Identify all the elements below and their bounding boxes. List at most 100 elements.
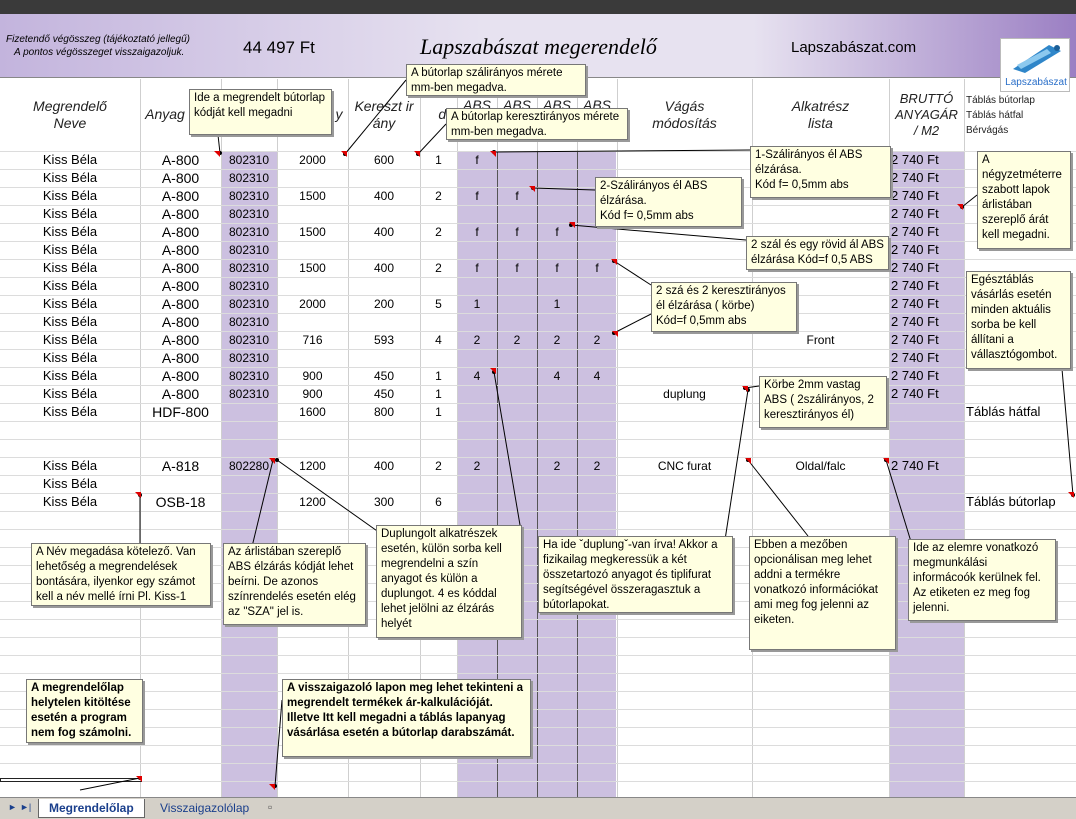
comment-indicator-icon[interactable]	[529, 186, 535, 192]
cell-material[interactable]: A-800	[140, 205, 221, 223]
cell-part[interactable]	[752, 439, 889, 457]
cell-name[interactable]: Kiss Béla	[20, 277, 120, 295]
cell-abs3[interactable]	[537, 187, 577, 205]
insert-sheet-icon[interactable]: ▫	[268, 800, 272, 814]
cell-price[interactable]: 2 740 Ft	[889, 205, 964, 223]
cell-length[interactable]: 1600	[277, 403, 348, 421]
tab-confirmation-sheet[interactable]: Visszaigazolólap	[150, 799, 259, 818]
cell-length[interactable]: 1500	[277, 187, 348, 205]
cell-abs4[interactable]	[577, 349, 617, 367]
cell-price[interactable]: 2 740 Ft	[889, 187, 964, 205]
cell-abs4[interactable]	[577, 493, 617, 511]
cell-qty[interactable]: 5	[420, 295, 457, 313]
cell-qty[interactable]	[420, 241, 457, 259]
cell-abs2[interactable]	[497, 367, 537, 385]
cell-length[interactable]: 900	[277, 367, 348, 385]
comment-indicator-icon[interactable]	[136, 776, 142, 782]
comment-indicator-icon[interactable]	[135, 492, 141, 498]
cell-material[interactable]: A-800	[140, 367, 221, 385]
cell-material[interactable]: A-800	[140, 169, 221, 187]
cell-abs3[interactable]	[537, 421, 577, 439]
side-option-cutting[interactable]: Bérvágás	[966, 123, 1035, 138]
cell-price[interactable]: 2 740 Ft	[889, 277, 964, 295]
cell-price[interactable]: 2 740 Ft	[889, 259, 964, 277]
comment-indicator-icon[interactable]	[569, 222, 575, 228]
cell-code[interactable]: 802310	[221, 331, 277, 349]
cell-code[interactable]: 802310	[221, 169, 277, 187]
cell-abs1[interactable]: 2	[457, 457, 497, 475]
cell-qty[interactable]	[420, 421, 457, 439]
cell-length[interactable]	[277, 205, 348, 223]
cell-material[interactable]: A-800	[140, 259, 221, 277]
cell-qty[interactable]: 2	[420, 187, 457, 205]
cell-side-option[interactable]: Táblás bútorlap	[966, 493, 1076, 511]
cell-cut[interactable]	[617, 241, 752, 259]
cell-material[interactable]: A-800	[140, 313, 221, 331]
cell-abs1[interactable]: 1	[457, 295, 497, 313]
cell-abs3[interactable]: f	[537, 259, 577, 277]
cell-abs2[interactable]	[497, 493, 537, 511]
cell-abs3[interactable]	[537, 277, 577, 295]
cell-length[interactable]: 1500	[277, 223, 348, 241]
cell-width[interactable]	[348, 169, 420, 187]
cell-material[interactable]: A-818	[140, 457, 221, 475]
cell-name[interactable]: Kiss Béla	[20, 313, 120, 331]
cell-material[interactable]: HDF-800	[140, 403, 221, 421]
cell-width[interactable]	[348, 349, 420, 367]
cell-abs3[interactable]: 4	[537, 367, 577, 385]
cell-abs4[interactable]	[577, 295, 617, 313]
cell-length[interactable]: 2000	[277, 295, 348, 313]
cell-abs2[interactable]	[497, 457, 537, 475]
cell-price[interactable]: 2 740 Ft	[889, 169, 964, 187]
cell-name[interactable]: Kiss Béla	[20, 331, 120, 349]
cell-abs3[interactable]	[537, 493, 577, 511]
cell-qty[interactable]	[420, 169, 457, 187]
cell-material[interactable]: A-800	[140, 241, 221, 259]
comment-indicator-icon[interactable]	[742, 386, 748, 392]
cell-code[interactable]: 802310	[221, 259, 277, 277]
cell-material[interactable]: A-800	[140, 385, 221, 403]
cell-qty[interactable]: 2	[420, 223, 457, 241]
cell-abs3[interactable]	[537, 439, 577, 457]
tab-scroll-next-icon[interactable]: ►	[8, 802, 17, 812]
cell-price[interactable]	[889, 403, 964, 421]
cell-abs4[interactable]: 2	[577, 457, 617, 475]
cell-width[interactable]	[348, 205, 420, 223]
cell-name[interactable]: Kiss Béla	[20, 493, 120, 511]
cell-abs1[interactable]	[457, 205, 497, 223]
cell-qty[interactable]	[420, 475, 457, 493]
cell-abs2[interactable]: 2	[497, 331, 537, 349]
cell-cut[interactable]	[617, 151, 752, 169]
comment-indicator-icon[interactable]	[883, 458, 889, 464]
cell-abs3[interactable]	[537, 403, 577, 421]
cell-abs3[interactable]	[537, 151, 577, 169]
cell-abs4[interactable]	[577, 403, 617, 421]
comment-indicator-icon[interactable]	[957, 204, 963, 210]
cell-width[interactable]	[348, 439, 420, 457]
cell-material[interactable]	[140, 421, 221, 439]
cell-code[interactable]: 802310	[221, 349, 277, 367]
cell-abs1[interactable]	[457, 241, 497, 259]
cell-name[interactable]: Kiss Béla	[20, 259, 120, 277]
comment-indicator-icon[interactable]	[745, 458, 751, 464]
cell-abs3[interactable]	[537, 385, 577, 403]
side-option-board[interactable]: Táblás bútorlap	[966, 93, 1035, 108]
cell-abs3[interactable]	[537, 313, 577, 331]
cell-cut[interactable]	[617, 475, 752, 493]
comment-indicator-icon[interactable]	[214, 151, 220, 157]
tab-order-sheet[interactable]: Megrendelőlap	[38, 799, 145, 818]
cell-abs2[interactable]	[497, 295, 537, 313]
cell-name[interactable]	[20, 421, 120, 439]
cell-length[interactable]	[277, 313, 348, 331]
cell-abs2[interactable]	[497, 313, 537, 331]
cell-qty[interactable]: 2	[420, 457, 457, 475]
cell-code[interactable]: 802310	[221, 223, 277, 241]
cell-part[interactable]	[752, 493, 889, 511]
cell-cut[interactable]: duplung	[617, 385, 752, 403]
cell-abs1[interactable]: f	[457, 259, 497, 277]
cell-name[interactable]: Kiss Béla	[20, 403, 120, 421]
cell-code[interactable]	[221, 403, 277, 421]
cell-qty[interactable]: 1	[420, 385, 457, 403]
cell-part[interactable]: Oldal/falc	[752, 457, 889, 475]
cell-abs4[interactable]	[577, 313, 617, 331]
